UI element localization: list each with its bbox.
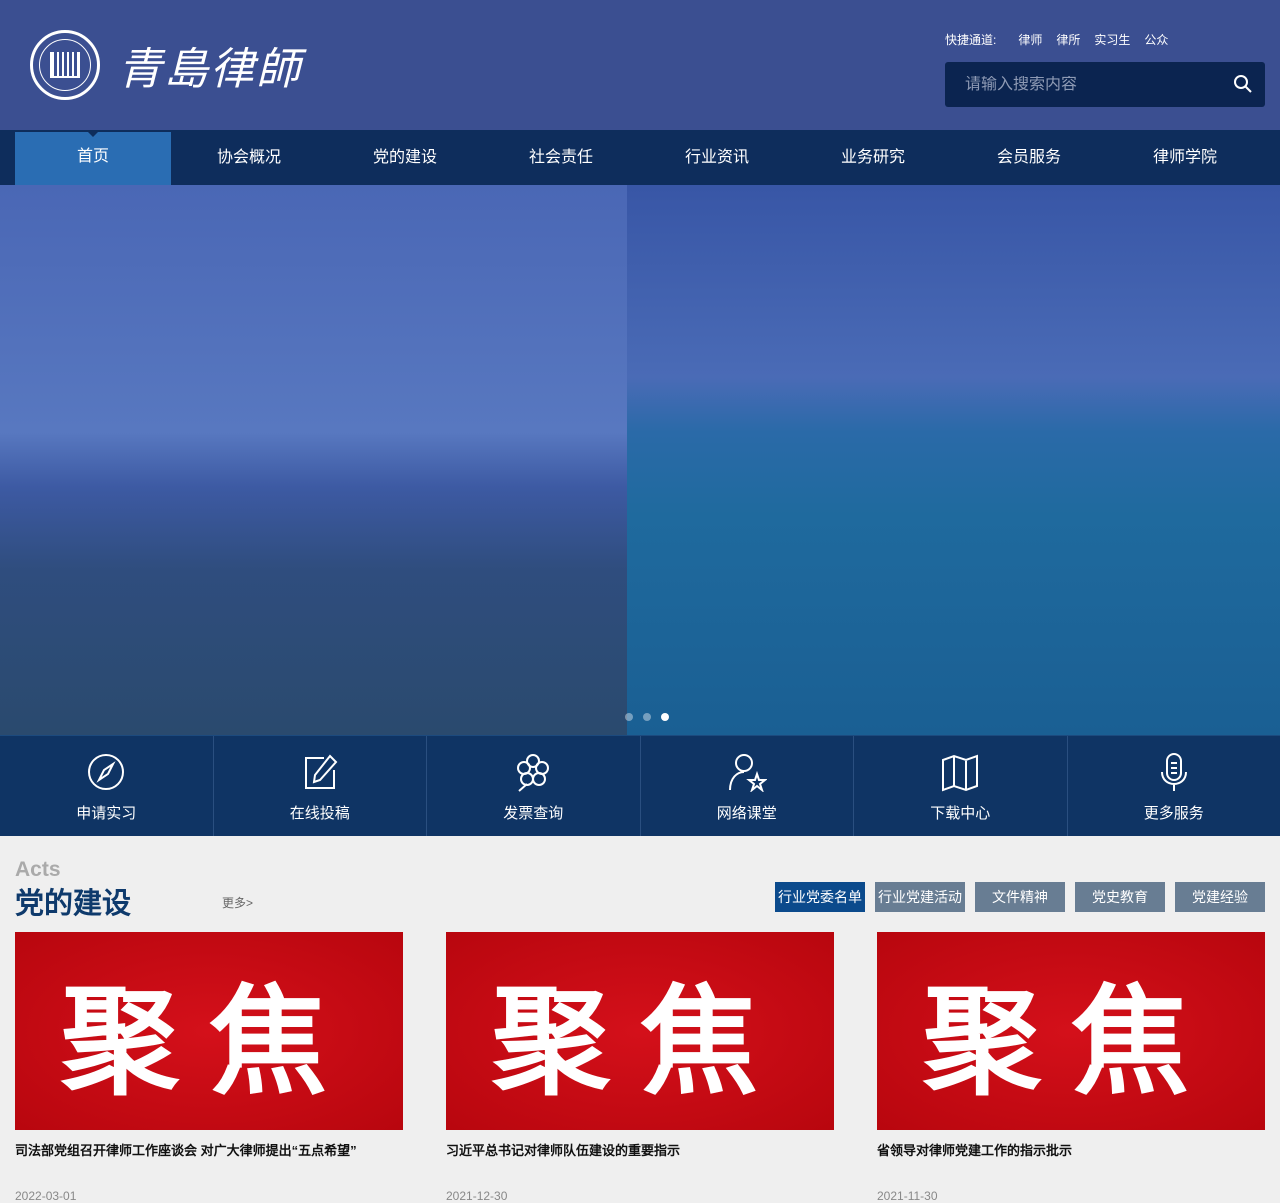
nav-about[interactable]: 协会概况 [171,130,327,185]
service-label: 发票查询 [503,802,563,823]
service-label: 网络课堂 [717,802,777,823]
card-title[interactable]: 司法部党组召开律师工作座谈会 对广大律师提出“五点希望” [15,1140,403,1159]
search-input[interactable] [965,76,1225,94]
section-subtitle-en: Acts [15,858,61,882]
section-tabs: 行业党委名单 行业党建活动 文件精神 党史教育 党建经验 [775,882,1265,912]
microphone-icon [1154,752,1194,792]
more-link[interactable]: 更多> [222,894,253,911]
card-date: 2022-03-01 [15,1189,403,1203]
nav-home[interactable]: 首页 [15,132,171,185]
news-card[interactable]: 聚焦 司法部党组召开律师工作座谈会 对广大律师提出“五点希望” 2022-03-… [15,932,403,1203]
compass-icon [86,752,126,792]
section-title: 党的建设 [15,880,131,922]
service-download[interactable]: 下载中心 [854,736,1068,836]
service-label: 更多服务 [1144,802,1204,823]
carousel-dot-active[interactable] [661,713,669,721]
quick-link-firm[interactable]: 律所 [1056,31,1080,48]
tab-party-committee-list[interactable]: 行业党委名单 [775,882,865,912]
tab-experience[interactable]: 党建经验 [1175,882,1265,912]
user-star-icon [727,752,767,792]
map-icon [940,752,980,792]
service-label: 下载中心 [930,802,990,823]
service-label: 申请实习 [76,802,136,823]
service-label: 在线投稿 [290,802,350,823]
tab-party-activities[interactable]: 行业党建活动 [875,882,965,912]
main-nav: 首页 协会概况 党的建设 社会责任 行业资讯 业务研究 会员服务 律师学院 [0,130,1280,185]
service-internship[interactable]: 申请实习 [0,736,214,836]
quick-links: 快捷通道: 律师 律所 实习生 公众 [945,31,1168,48]
service-bar: 申请实习 在线投稿 发票查询 网络课堂 下载中心 更多服务 [0,735,1280,836]
card-title[interactable]: 省领导对律师党建工作的指示批示 [877,1140,1265,1159]
header: 青島律師 快捷通道: 律师 律所 实习生 公众 [0,0,1280,130]
quick-label: 快捷通道: [945,31,996,48]
card-date: 2021-11-30 [877,1189,1265,1203]
nav-social[interactable]: 社会责任 [483,130,639,185]
carousel-dot[interactable] [643,713,651,721]
quick-link-public[interactable]: 公众 [1144,31,1168,48]
nav-academy[interactable]: 律师学院 [1107,130,1263,185]
service-online-class[interactable]: 网络课堂 [641,736,855,836]
news-card[interactable]: 聚焦 省领导对律师党建工作的指示批示 2021-11-30 [877,932,1265,1203]
association-seal-icon [30,30,100,100]
tab-documents[interactable]: 文件精神 [975,882,1065,912]
hero-image-city [0,185,627,735]
service-submit[interactable]: 在线投稿 [214,736,428,836]
card-title[interactable]: 习近平总书记对律师队伍建设的重要指示 [446,1140,834,1159]
tab-history-education[interactable]: 党史教育 [1075,882,1165,912]
card-thumbnail[interactable]: 聚焦 [446,932,834,1130]
card-date: 2021-12-30 [446,1189,834,1203]
hero-image-coast [627,185,1280,735]
carousel-dot[interactable] [625,713,633,721]
service-more[interactable]: 更多服务 [1068,736,1280,836]
card-thumbnail[interactable]: 聚焦 [877,932,1265,1130]
hero-carousel[interactable] [0,185,1280,735]
logo-text: 青島律師 [118,33,302,97]
nav-news[interactable]: 行业资讯 [639,130,795,185]
nav-member[interactable]: 会员服务 [951,130,1107,185]
logo[interactable]: 青島律師 [30,30,302,100]
carousel-dots [625,713,669,721]
nav-research[interactable]: 业务研究 [795,130,951,185]
search-box [945,62,1265,107]
card-thumbnail[interactable]: 聚焦 [15,932,403,1130]
flower-icon [513,752,553,792]
quick-link-lawyer[interactable]: 律师 [1018,31,1042,48]
quick-link-intern[interactable]: 实习生 [1094,31,1130,48]
service-invoice[interactable]: 发票查询 [427,736,641,836]
search-icon[interactable] [1233,74,1253,94]
news-card[interactable]: 聚焦 习近平总书记对律师队伍建设的重要指示 2021-12-30 [446,932,834,1203]
news-cards: 聚焦 司法部党组召开律师工作座谈会 对广大律师提出“五点希望” 2022-03-… [15,932,1265,1203]
nav-party[interactable]: 党的建设 [327,130,483,185]
edit-icon [300,752,340,792]
